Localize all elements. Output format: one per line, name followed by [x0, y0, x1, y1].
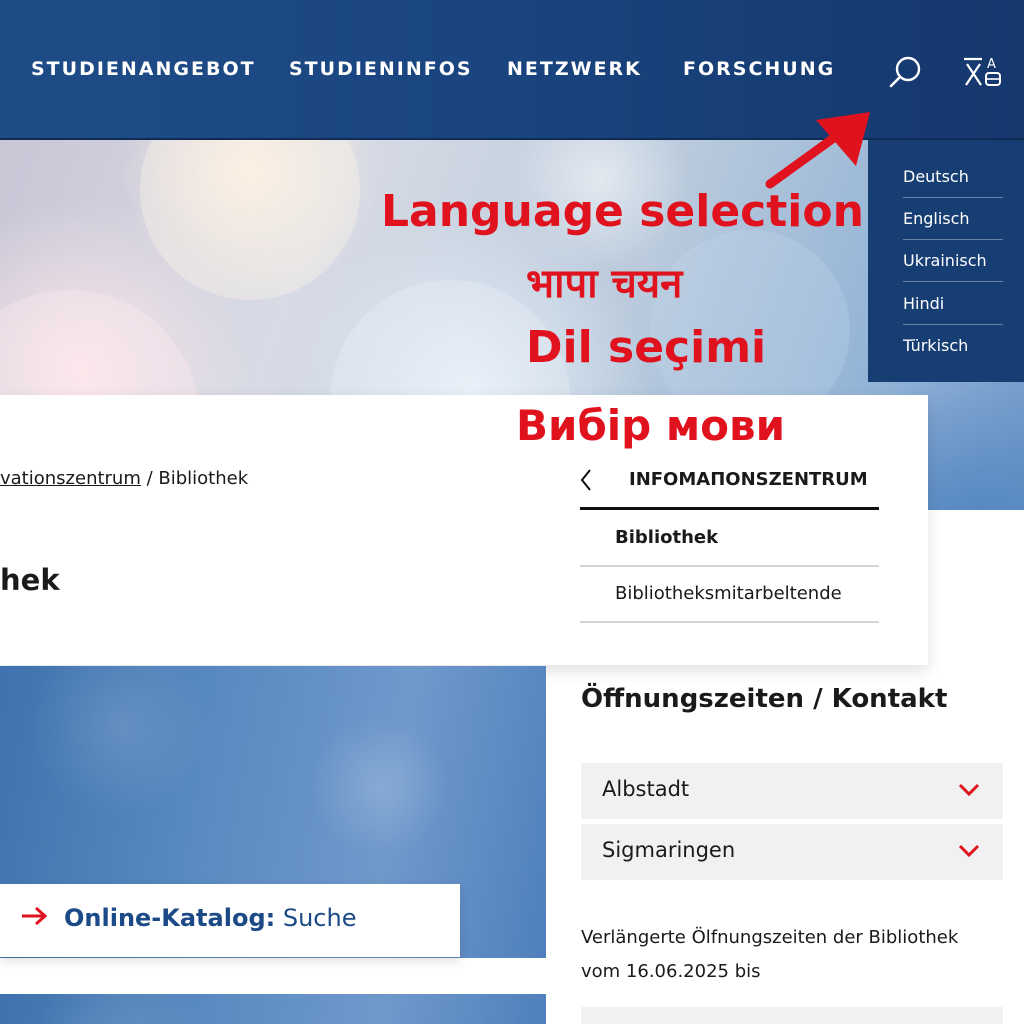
online-katalog-link[interactable]: Online-Katalog: Suche: [0, 884, 460, 957]
svg-text:A: A: [987, 57, 996, 72]
annotation-ukrainian: Вибір мови: [516, 401, 786, 450]
language-translate-icon[interactable]: A: [960, 54, 1004, 90]
back-chevron-icon[interactable]: [575, 466, 597, 494]
nav-studieninfos[interactable]: STUDIENINFOS: [289, 58, 473, 80]
subnav-item-bibliothek[interactable]: Bibliothek: [580, 511, 879, 567]
extended-hours-notice: Verlängerte Ölfnungszeiten der Bibliothe…: [581, 927, 959, 982]
nav-studienangebot[interactable]: STUDIENANGEBOT: [31, 58, 256, 80]
page-title: hek: [0, 563, 60, 597]
subnav-divider: [580, 507, 879, 510]
language-option-tuerkisch[interactable]: Türkisch: [903, 325, 1003, 367]
accordion-label: Sigmaringen: [602, 838, 736, 862]
breadcrumb-link[interactable]: vationszentrum: [0, 468, 141, 489]
annotation-turkish: Dil seçimi: [526, 322, 767, 373]
arrow-right-icon: [22, 906, 48, 926]
breadcrumb: vationszentrum / Bibliothek: [0, 468, 248, 489]
language-option-ukrainisch[interactable]: Ukrainisch: [903, 240, 1003, 282]
subnav-heading[interactable]: INFOMAΠONSZENTRUM: [629, 469, 868, 490]
subnav-item-label: Bibliothek: [615, 527, 719, 548]
subnav-item-label: Bibliotheksmitarbeltende: [615, 583, 842, 604]
chevron-down-icon: [958, 783, 980, 797]
annotation-english: Language selection: [381, 186, 864, 237]
online-katalog-label: Online-Katalog: Suche: [64, 904, 357, 932]
second-image-tile: [0, 994, 546, 1024]
breadcrumb-current: Bibliothek: [158, 468, 249, 489]
search-icon[interactable]: [888, 54, 924, 90]
nav-netzwerk[interactable]: NETZWERK: [507, 58, 642, 80]
subnav-item-mitarbeitende[interactable]: Bibliotheksmitarbeltende: [580, 567, 879, 623]
annotation-arrow-icon: [765, 112, 870, 189]
nav-forschung[interactable]: FORSCHUNG: [683, 58, 835, 80]
chevron-down-icon: [958, 844, 980, 858]
opening-hours-heading: Öffnungszeiten / Kontakt: [581, 684, 948, 714]
language-option-deutsch[interactable]: Deutsch: [903, 156, 1003, 198]
language-option-hindi[interactable]: Hindi: [903, 283, 1003, 325]
accordion-label: Albstadt: [602, 777, 690, 801]
accordion-sigmaringen[interactable]: Sigmaringen: [581, 824, 1003, 880]
accordion-albstadt[interactable]: Albstadt: [581, 763, 1003, 819]
next-panel: [581, 1007, 1003, 1024]
annotation-hindi: भापा चयन: [526, 261, 683, 307]
language-option-englisch[interactable]: Englisch: [903, 198, 1003, 240]
language-dropdown: Deutsch Englisch Ukrainisch Hindi Türkis…: [868, 140, 1024, 382]
breadcrumb-separator: /: [140, 468, 159, 489]
